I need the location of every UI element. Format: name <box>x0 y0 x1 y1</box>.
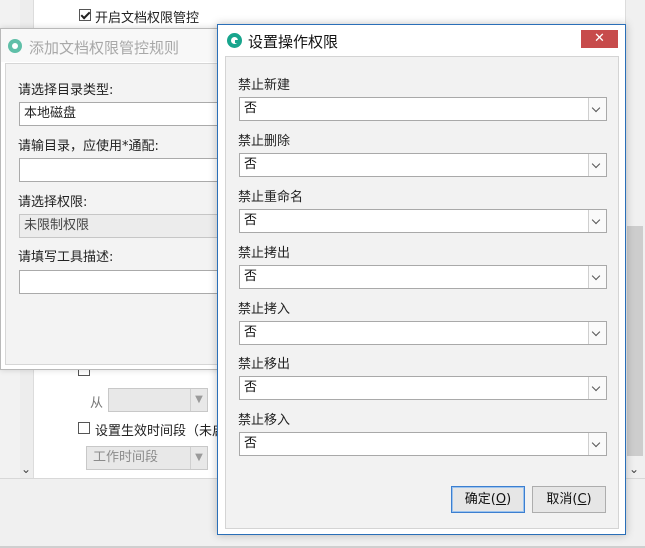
cancel-button-label: 取消( <box>546 492 578 507</box>
ok-button-accesskey: O <box>495 492 507 507</box>
perm-select-delete[interactable]: 否 <box>239 153 607 177</box>
enable-doc-permission-label: 开启文档权限管控 <box>95 11 200 26</box>
perm-select-move-in[interactable]: 否 <box>239 432 607 456</box>
worktime-select-chevron-down-icon: ▼ <box>190 447 207 469</box>
from-select-chevron-down-icon: ▼ <box>190 389 207 411</box>
perm-select-value: 否 <box>244 380 258 395</box>
perm-select-value: 否 <box>244 101 258 116</box>
right-scroll-down-icon[interactable]: ⌄ <box>629 463 639 475</box>
worktime-select[interactable]: 工作时间段 ▼ <box>86 446 208 470</box>
chevron-down-icon <box>588 266 606 288</box>
perm-select-value: 否 <box>244 213 258 228</box>
close-button[interactable]: ✕ <box>581 30 618 48</box>
time-period-label: 设置生效时间段（未启 <box>95 424 226 439</box>
perm-select-value: 否 <box>244 436 258 451</box>
dir-type-value: 本地磁盘 <box>24 106 77 121</box>
permission-value: 未限制权限 <box>24 218 90 233</box>
perm-label-copy-in: 禁止拷入 <box>238 302 291 317</box>
desc-label: 请填写工具描述: <box>18 250 114 265</box>
set-permission-titlebar[interactable]: 设置操作权限 ✕ <box>218 25 625 55</box>
dir-type-label: 请选择目录类型: <box>18 83 114 98</box>
right-scrollbar-thumb[interactable] <box>627 226 643 456</box>
app-logo-icon <box>227 33 242 48</box>
perm-select-value: 否 <box>244 269 258 284</box>
enable-doc-permission-checkbox[interactable] <box>79 9 91 21</box>
chevron-down-icon <box>588 377 606 399</box>
chevron-down-icon <box>588 210 606 232</box>
perm-select-value: 否 <box>244 325 258 340</box>
add-rule-body: 请选择目录类型: 本地磁盘 请输目录，应使用*通配: 请选择权限: 未限制权限 … <box>5 63 223 365</box>
dir-input-field[interactable] <box>19 158 223 182</box>
ok-button[interactable]: 确定(O) <box>451 486 525 513</box>
chevron-down-icon <box>588 433 606 455</box>
perm-select-copy-in[interactable]: 否 <box>239 321 607 345</box>
worktime-select-value: 工作时间段 <box>93 450 159 465</box>
desc-input-field[interactable] <box>19 270 223 294</box>
app-logo-icon <box>8 39 22 53</box>
set-permission-title: 设置操作权限 <box>248 33 339 51</box>
perm-label-move-out: 禁止移出 <box>238 357 291 372</box>
cancel-button-accesskey: C <box>577 492 587 507</box>
set-permission-dialog: 设置操作权限 ✕ 禁止新建 否 禁止删除 否 禁止重命名 否 禁止拷出 否 禁止… <box>217 24 626 535</box>
perm-select-copy-out[interactable]: 否 <box>239 265 607 289</box>
perm-select-value: 否 <box>244 157 258 172</box>
from-label: 从 <box>90 396 104 411</box>
chevron-down-icon <box>588 322 606 344</box>
perm-select-rename[interactable]: 否 <box>239 209 607 233</box>
perm-label-delete: 禁止删除 <box>238 134 291 149</box>
ok-button-label: 确定( <box>464 492 496 507</box>
chevron-down-icon <box>588 98 606 120</box>
permission-label: 请选择权限: <box>18 195 88 210</box>
time-period-checkbox[interactable] <box>78 422 90 434</box>
perm-label-copy-out: 禁止拷出 <box>238 246 291 261</box>
close-icon: ✕ <box>594 31 605 46</box>
cancel-button[interactable]: 取消(C) <box>532 486 606 513</box>
from-select[interactable]: ▼ <box>108 388 208 412</box>
chevron-down-icon <box>588 154 606 176</box>
perm-label-create: 禁止新建 <box>238 78 291 93</box>
add-rule-title: 添加文档权限管控规则 <box>29 39 180 57</box>
permission-field[interactable]: 未限制权限 <box>19 214 223 238</box>
add-rule-titlebar[interactable]: 添加文档权限管控规则 <box>1 29 225 62</box>
set-permission-body: 禁止新建 否 禁止删除 否 禁止重命名 否 禁止拷出 否 禁止拷入 否 禁止移出… <box>225 56 619 529</box>
dir-type-select[interactable]: 本地磁盘 <box>19 102 223 126</box>
perm-label-rename: 禁止重命名 <box>238 190 304 205</box>
ok-button-label-end: ) <box>506 492 512 507</box>
perm-select-move-out[interactable]: 否 <box>239 376 607 400</box>
perm-select-create[interactable]: 否 <box>239 97 607 121</box>
perm-label-move-in: 禁止移入 <box>238 413 291 428</box>
dir-input-label: 请输目录，应使用*通配: <box>18 139 159 154</box>
cancel-button-label-end: ) <box>586 492 592 507</box>
left-scroll-down-icon[interactable]: ⌄ <box>21 463 31 475</box>
add-rule-dialog: 添加文档权限管控规则 请选择目录类型: 本地磁盘 请输目录，应使用*通配: 请选… <box>0 28 226 370</box>
